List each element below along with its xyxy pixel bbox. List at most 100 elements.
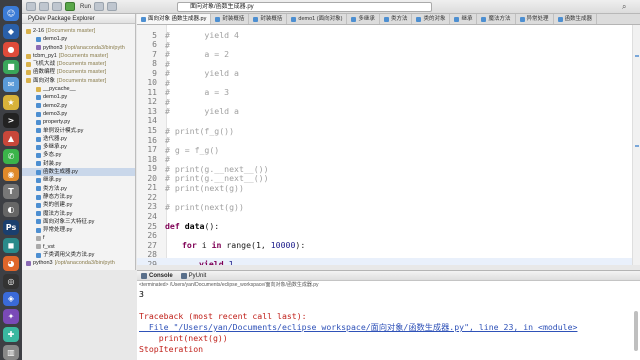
tree-item[interactable]: 函数编程 [Documents master] (22, 68, 135, 76)
app-icon-blue2[interactable]: ◈ (3, 291, 19, 307)
editor-tab[interactable]: 函数生成器 (554, 14, 598, 24)
app-icon-orange[interactable]: ◉ (3, 166, 19, 182)
save-button[interactable] (39, 2, 49, 11)
tree-item-label: demo1.py (43, 94, 68, 101)
console-tab-label: Console (149, 272, 173, 279)
traceback-link[interactable]: File "/Users/yan/Documents/eclipse_works… (139, 322, 640, 333)
package-explorer: PyDev Package Explorer 2-16 [Documents ma… (22, 14, 136, 270)
terminal-icon[interactable]: > (3, 113, 19, 128)
new-file-button[interactable] (26, 2, 36, 11)
editor-tab[interactable]: 异常处理 (516, 14, 554, 24)
console-output[interactable]: 3 Traceback (most recent call last): File… (137, 289, 640, 355)
stop-button[interactable] (94, 2, 105, 11)
tree-item[interactable]: demo2.py (22, 102, 135, 110)
tree-item[interactable]: 迭代器.py (22, 135, 135, 143)
search-icon[interactable]: ⌕ (622, 2, 632, 12)
overview-mark[interactable] (635, 145, 639, 147)
editor-tab[interactable]: demo1 (面向对象) (287, 14, 348, 24)
finder-icon[interactable]: ☺ (3, 6, 19, 21)
code-editor[interactable]: 5 # yield 4 6 #7 # a = 2 8 #9 # yield a 10 #11 # a… (137, 25, 632, 265)
editor-tab[interactable]: 多继承 (347, 14, 380, 24)
tree-item[interactable]: 魔法方法.py (22, 210, 135, 218)
number-literal: 1 (228, 259, 234, 265)
tree-item[interactable]: tcbm_py1 [Documents master] (22, 52, 135, 60)
wechat-icon[interactable]: ✆ (3, 148, 19, 164)
tree-item[interactable]: 静态方法.py (22, 193, 135, 201)
tree-item[interactable]: 类方法.py (22, 185, 135, 193)
tree-item[interactable]: 类的创建.py (22, 201, 135, 209)
editor-tab[interactable]: 类方法 (380, 14, 413, 24)
python-file-icon (36, 144, 41, 150)
console-tab[interactable]: Console (141, 272, 173, 279)
run-label[interactable]: Run (80, 4, 91, 10)
tree-item[interactable]: demo1.py (22, 93, 135, 101)
app-icon-green[interactable]: ■ (3, 59, 19, 75)
tree-item[interactable]: 2-16 [Documents master] (22, 27, 135, 35)
overview-mark[interactable] (635, 55, 639, 57)
console-status: <terminated> /Users/yan/Documents/eclips… (139, 282, 319, 288)
typora-icon[interactable]: T (3, 184, 19, 200)
pyunit-icon (180, 272, 187, 279)
tree-item[interactable]: 多态.py (22, 151, 135, 159)
tree-item-label: 飞机大战 (33, 61, 56, 68)
folder-icon (26, 53, 31, 59)
trash-icon[interactable]: ▥ (3, 345, 19, 360)
console-line: print(next(g)) (139, 333, 228, 343)
tree-item[interactable]: __pycache__ (22, 85, 135, 93)
editor-tab[interactable]: 魔法方法 (477, 14, 516, 24)
debug-button[interactable] (52, 2, 62, 11)
interpreter-icon (26, 260, 31, 266)
photoshop-icon[interactable]: Ps (3, 220, 19, 235)
tree-item[interactable]: demo3.py (22, 110, 135, 118)
editor-tab[interactable]: 面向对象 函数生成器.py (137, 14, 212, 24)
app-icon-mint[interactable]: ✚ (3, 327, 19, 343)
tree-item[interactable]: 多继承.py (22, 143, 135, 151)
python-file-icon (36, 161, 41, 167)
tree-item-label: 2-16 (33, 28, 45, 34)
firefox-icon[interactable]: ◕ (3, 255, 19, 271)
run-button[interactable] (65, 2, 75, 11)
tree-item[interactable]: 封装.py (22, 160, 135, 168)
tree-item[interactable]: 子类调用父类方法.py (22, 251, 135, 259)
tree-item[interactable]: 函数生成器.py (22, 168, 135, 177)
editor-tab[interactable]: 封装概括 (249, 14, 288, 24)
tree-item-label: 静态方法.py (43, 193, 73, 200)
tree-item[interactable]: 单例设计模式.py (22, 127, 135, 135)
app-icon-teal[interactable]: ◼ (3, 237, 19, 253)
mail-icon[interactable]: ✉ (3, 77, 19, 93)
editor-tab[interactable]: 继承 (450, 14, 478, 24)
console-scrollbar[interactable] (634, 311, 638, 351)
python-file-icon (481, 17, 487, 22)
tree-item-label: 继承.py (43, 177, 62, 184)
tree-item[interactable]: 继承.py (22, 176, 135, 184)
search-toolbar-button[interactable] (107, 2, 118, 11)
console-tab[interactable]: PyUnit (180, 272, 206, 279)
app-icon-yellow[interactable]: ★ (3, 95, 19, 111)
tree-item[interactable]: python3 [/opt/anaconda3/bin/pyth (22, 259, 135, 267)
app-icon-purple[interactable]: ✦ (3, 309, 19, 325)
tree-item-label: 函数编程 (33, 69, 56, 76)
tree-item[interactable]: f_vst (22, 243, 135, 251)
app-icon-grey[interactable]: ◐ (3, 202, 19, 218)
editor-tab[interactable]: 封装概括 (211, 14, 250, 24)
editor-tab[interactable]: 类的对象 (412, 14, 451, 24)
python-file-icon (36, 153, 41, 159)
editor-tab-label: 类方法 (390, 16, 408, 22)
tree-item[interactable]: 飞机大战 [Documents master] (22, 60, 135, 68)
tree-item[interactable]: demo1.py (22, 35, 135, 43)
chrome-icon[interactable]: ● (3, 41, 19, 57)
app-icon-dark[interactable]: ◎ (3, 273, 19, 289)
tree-item[interactable]: 面向对象 [Documents master] (22, 77, 135, 85)
tree-item[interactable]: python3 [/opt/anaconda3/bin/pyth (22, 44, 135, 52)
tree-item-label: 类方法.py (43, 185, 67, 192)
python-file-icon (36, 194, 41, 200)
file-tree: 2-16 [Documents master] demo1.py python3 [/o… (22, 24, 135, 268)
tree-item-label: __pycache__ (43, 86, 76, 93)
tree-item[interactable]: 面向对象三大特征.py (22, 218, 135, 226)
overview-ruler[interactable] (632, 25, 640, 265)
tree-item[interactable]: f (22, 234, 135, 242)
tree-item[interactable]: property.py (22, 118, 135, 126)
app-icon-blue[interactable]: ◆ (3, 23, 19, 39)
app-icon-red[interactable]: ▲ (3, 130, 19, 146)
tree-item[interactable]: 异常处理.py (22, 226, 135, 234)
